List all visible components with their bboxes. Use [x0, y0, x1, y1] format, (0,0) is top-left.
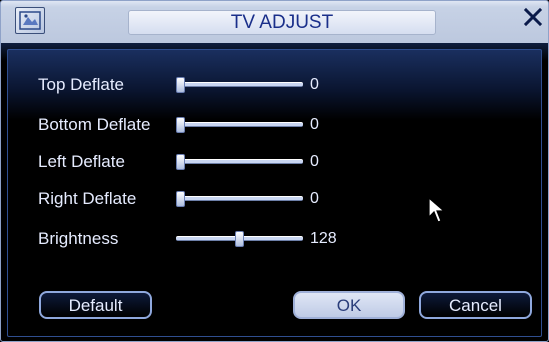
slider-track[interactable]	[176, 196, 303, 201]
slider-row-left-deflate: Left Deflate 0	[8, 148, 543, 176]
slider-track[interactable]	[176, 159, 303, 164]
bottom-deflate-slider[interactable]	[176, 117, 303, 133]
slider-thumb[interactable]	[176, 77, 185, 93]
dialog-title: TV ADJUST	[230, 11, 334, 33]
slider-track[interactable]	[176, 82, 303, 87]
settings-panel: Top Deflate 0 Bottom Deflate 0 Left Defl…	[7, 49, 542, 337]
slider-value: 0	[310, 190, 319, 207]
slider-label: Right Deflate	[38, 189, 137, 208]
right-deflate-slider[interactable]	[176, 191, 303, 207]
cancel-button[interactable]: Cancel	[419, 291, 532, 319]
slider-thumb[interactable]	[176, 154, 185, 170]
slider-label: Left Deflate	[38, 152, 125, 171]
slider-value: 128	[310, 230, 337, 247]
dialog-title-box: TV ADJUST	[128, 10, 436, 35]
left-deflate-slider[interactable]	[176, 154, 303, 170]
slider-value: 0	[310, 76, 319, 93]
top-deflate-slider[interactable]	[176, 77, 303, 93]
slider-value: 0	[310, 153, 319, 170]
title-bar: TV ADJUST	[1, 1, 548, 43]
slider-label: Top Deflate	[38, 75, 124, 94]
slider-row-top-deflate: Top Deflate 0	[8, 71, 543, 99]
slider-row-brightness: Brightness 128	[8, 225, 543, 253]
slider-row-right-deflate: Right Deflate 0	[8, 185, 543, 213]
slider-track[interactable]	[176, 122, 303, 127]
slider-thumb[interactable]	[176, 191, 185, 207]
slider-row-bottom-deflate: Bottom Deflate 0	[8, 111, 543, 139]
slider-value: 0	[310, 116, 319, 133]
default-button[interactable]: Default	[39, 291, 152, 319]
slider-label: Brightness	[38, 229, 119, 248]
close-icon[interactable]	[521, 5, 545, 29]
slider-thumb[interactable]	[235, 231, 244, 247]
mouse-pointer-icon	[428, 196, 446, 225]
tv-adjust-dialog: TV ADJUST Top Deflate 0 Bottom Deflate 0	[0, 0, 549, 342]
ok-button[interactable]: OK	[293, 291, 405, 319]
slider-thumb[interactable]	[176, 117, 185, 133]
logo-icon	[15, 7, 45, 34]
brightness-slider[interactable]	[176, 231, 303, 247]
slider-label: Bottom Deflate	[38, 115, 151, 134]
